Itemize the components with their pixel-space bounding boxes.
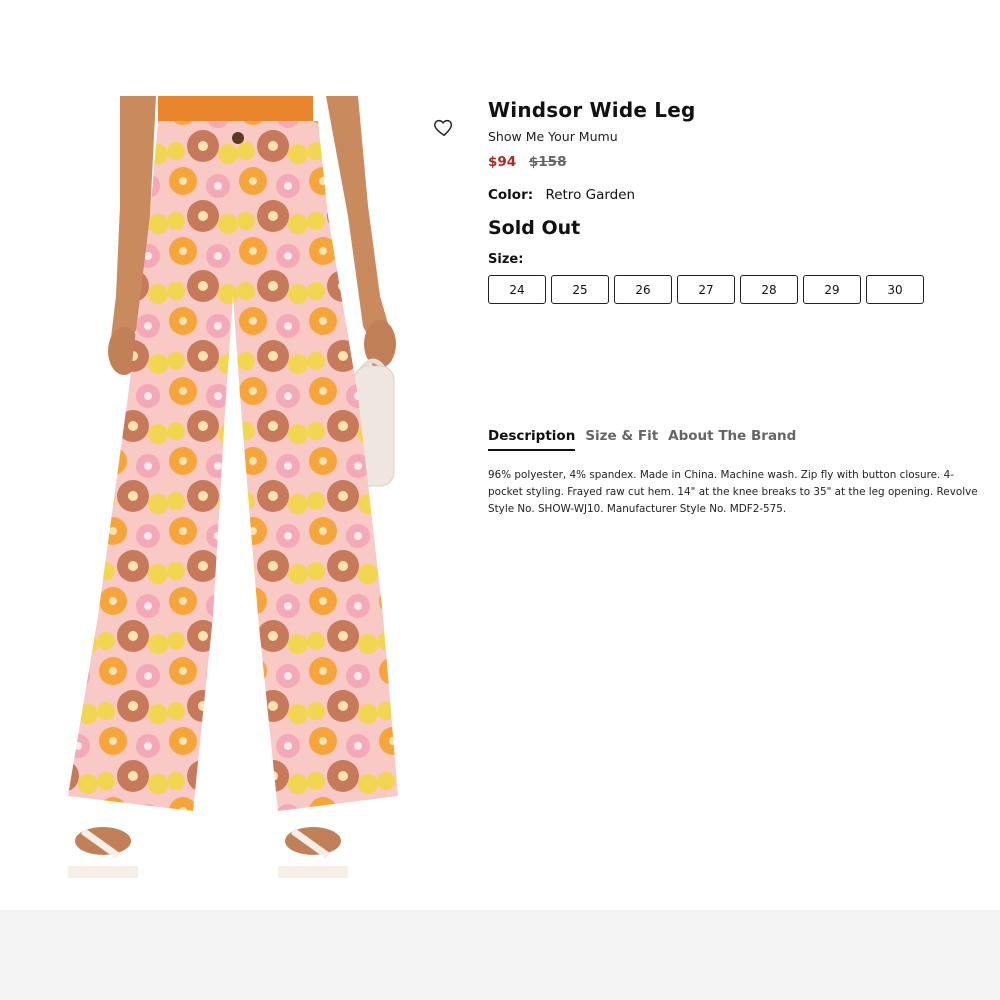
tab-description[interactable]: Description <box>488 428 576 451</box>
sale-price: $94 <box>488 154 517 170</box>
brand-name[interactable]: Show Me Your Mumu <box>488 129 988 144</box>
size-button-29[interactable]: 29 <box>803 275 861 304</box>
color-row: Color: Retro Garden <box>488 187 988 203</box>
size-button-30[interactable]: 30 <box>866 275 924 304</box>
color-label: Color: <box>488 187 534 203</box>
tab-about-brand[interactable]: About The Brand <box>668 428 796 451</box>
product-page: Windsor Wide Leg Show Me Your Mumu $94 $… <box>0 0 1000 910</box>
size-label: Size: <box>488 252 524 267</box>
wishlist-button[interactable] <box>433 116 455 138</box>
original-price: $158 <box>528 154 567 170</box>
size-button-26[interactable]: 26 <box>614 275 672 304</box>
product-description: 96% polyester, 4% spandex. Made in China… <box>488 469 978 515</box>
availability-status: Sold Out <box>488 217 581 239</box>
product-image[interactable] <box>28 96 408 896</box>
tab-size-fit[interactable]: Size & Fit <box>585 428 658 451</box>
product-photo-illustration <box>68 96 398 878</box>
size-button-27[interactable]: 27 <box>677 275 735 304</box>
product-title: Windsor Wide Leg <box>488 98 696 122</box>
size-selector: 24 25 26 27 28 29 30 <box>488 275 988 304</box>
size-button-24[interactable]: 24 <box>488 275 546 304</box>
product-info: Windsor Wide Leg Show Me Your Mumu $94 $… <box>488 98 988 304</box>
page-footer-band <box>0 910 1000 1000</box>
product-tabs: Description Size & Fit About The Brand <box>488 428 796 451</box>
heart-outline-icon <box>434 119 453 136</box>
size-button-25[interactable]: 25 <box>551 275 609 304</box>
color-value: Retro Garden <box>545 187 636 203</box>
price-row: $94 $158 <box>488 154 988 170</box>
size-button-28[interactable]: 28 <box>740 275 798 304</box>
